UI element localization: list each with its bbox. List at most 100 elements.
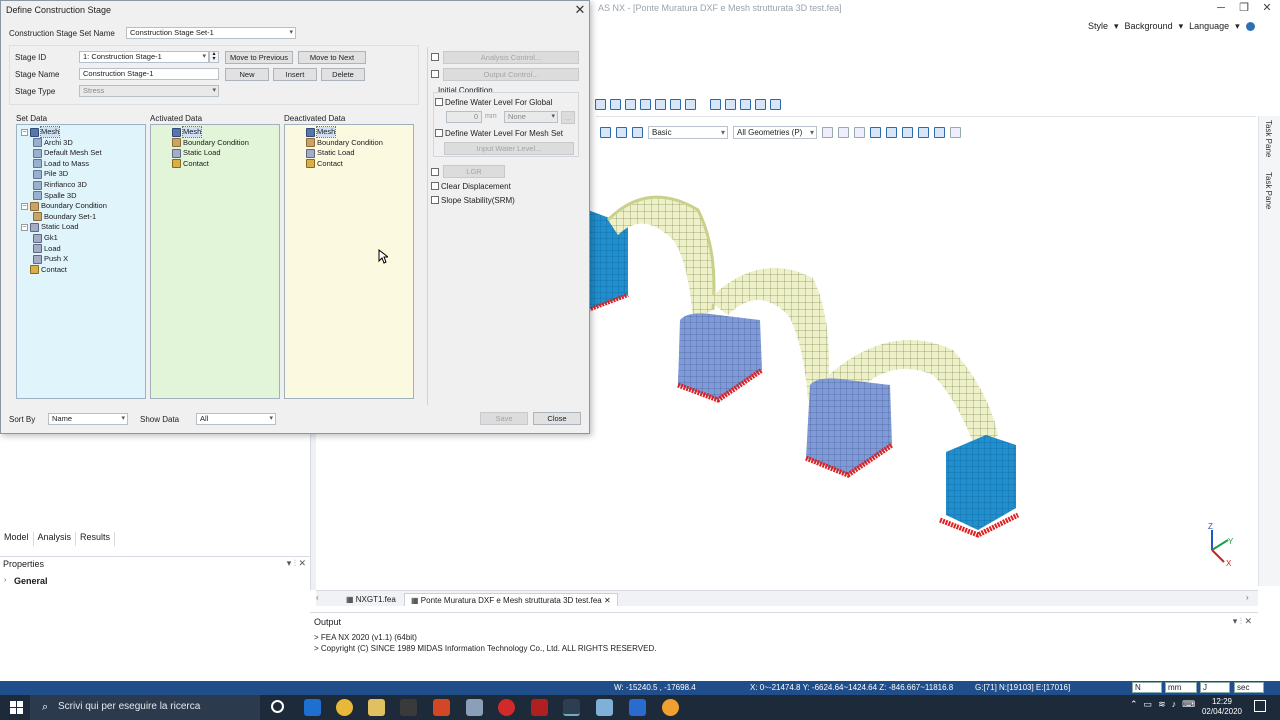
close-icon[interactable]: ✕ — [573, 2, 587, 18]
filter-3-icon[interactable] — [854, 126, 865, 138]
water-more-button[interactable]: ... — [561, 111, 575, 124]
close-button[interactable]: Close — [533, 412, 581, 425]
taskbar-search-box[interactable]: ⌕ Scrivi qui per eseguire la ricerca — [30, 695, 260, 720]
zoom-3-icon[interactable] — [934, 126, 945, 138]
tree-item[interactable]: Static Load — [163, 148, 221, 158]
network-icon[interactable]: ▭ — [1144, 699, 1153, 710]
task-pane-tab[interactable]: Task Pane — [1264, 120, 1273, 157]
iso-view-3-icon[interactable] — [740, 98, 751, 110]
set-data-tree[interactable]: – Mesh Archi 3D Default Mesh Set Load to Mas… — [16, 124, 146, 399]
tree-item[interactable]: Boundary Set-1 — [33, 212, 96, 222]
panel-splitter[interactable] — [310, 430, 316, 590]
powerpoint-icon[interactable] — [433, 699, 450, 716]
unit-energy-select[interactable]: J — [1200, 682, 1230, 693]
analysis-control-checkbox[interactable] — [431, 53, 439, 61]
deactivated-data-tree[interactable]: Mesh Boundary Condition Static Load Contact — [284, 124, 414, 399]
maximize-icon[interactable]: ❐ — [1233, 1, 1255, 15]
view-back-icon[interactable] — [610, 98, 621, 110]
lgr-button[interactable]: LGR — [443, 165, 505, 178]
chrome-icon[interactable] — [336, 699, 353, 716]
file-explorer-icon[interactable] — [368, 699, 385, 716]
tree-item[interactable]: – Boundary Condition — [21, 201, 107, 211]
tree-item[interactable]: Load to Mass — [33, 159, 89, 169]
fea-nx-icon[interactable] — [563, 699, 580, 716]
filter-2-icon[interactable] — [838, 126, 849, 138]
properties-group-general[interactable]: General — [14, 576, 48, 586]
set-name-select[interactable]: Construction Stage Set-1 — [126, 27, 296, 39]
input-water-level-button[interactable]: Input Water Level... — [444, 142, 574, 155]
tree-item[interactable]: Archi 3D — [33, 138, 73, 148]
tree-item[interactable]: Load — [33, 244, 61, 254]
zoom-icon[interactable] — [902, 126, 913, 138]
keyboard-icon[interactable]: ⌨ — [1182, 699, 1195, 710]
select-box-icon[interactable] — [616, 126, 627, 138]
tree-item[interactable]: – Static Load — [21, 222, 79, 232]
filter-select[interactable]: Basic — [648, 125, 728, 139]
stage-id-spinner[interactable]: ▴ ▾ — [209, 51, 219, 63]
pick-icon[interactable] — [632, 126, 643, 138]
iso-view-2-icon[interactable] — [725, 98, 736, 110]
analysis-control-button[interactable]: Analysis Control... — [443, 51, 579, 64]
volume-icon[interactable]: ♪ — [1172, 699, 1177, 710]
tab-analysis[interactable]: Analysis — [34, 532, 77, 546]
chevron-up-icon[interactable]: ⌃ — [1130, 699, 1138, 710]
close-tab-icon[interactable]: ✕ — [604, 596, 611, 605]
help-icon[interactable] — [1245, 21, 1255, 31]
background-menu[interactable]: Background — [1125, 21, 1173, 31]
zoom-2-icon[interactable] — [918, 126, 929, 138]
water-level-input[interactable]: 0 — [446, 111, 482, 123]
sort-by-select[interactable]: Name — [48, 413, 128, 425]
taskbar-clock[interactable]: 12:29 02/04/2020 — [1198, 697, 1246, 717]
windows-start-icon[interactable] — [10, 701, 23, 714]
activated-data-tree[interactable]: Mesh Boundary Condition Static Load Contact — [150, 124, 280, 399]
output-control-checkbox[interactable] — [431, 70, 439, 78]
tree-item[interactable]: Gk1 — [33, 233, 58, 243]
view-right-icon[interactable] — [670, 98, 681, 110]
panel-controls[interactable]: ▾ ⫶ ✕ — [1233, 616, 1252, 627]
snap-icon[interactable] — [950, 126, 961, 138]
tree-collapse-icon[interactable]: – — [21, 223, 28, 231]
tree-collapse-icon[interactable]: – — [21, 128, 28, 136]
move-to-next-button[interactable]: Move to Next — [298, 51, 366, 64]
stage-name-input[interactable]: Construction Stage-1 — [79, 68, 219, 80]
unit-time-select[interactable]: sec — [1234, 682, 1264, 693]
show-data-select[interactable]: All — [196, 413, 276, 425]
tree-item[interactable]: Static Load — [297, 148, 355, 158]
view-front-icon[interactable] — [595, 98, 606, 110]
water-mesh-checkbox[interactable] — [435, 129, 443, 137]
language-menu[interactable]: Language — [1189, 21, 1229, 31]
iso-view-4-icon[interactable] — [755, 98, 766, 110]
notification-icon[interactable] — [1254, 700, 1266, 712]
tab-results[interactable]: Results — [76, 532, 116, 546]
tree-item[interactable]: Contact — [163, 159, 209, 169]
tree-item[interactable]: Spalle 3D — [33, 191, 77, 201]
clear-displacement-checkbox[interactable] — [431, 182, 439, 190]
tree-item[interactable]: Push X — [33, 254, 68, 264]
move-to-previous-button[interactable]: Move to Previous — [225, 51, 293, 64]
tree-item[interactable]: Mesh — [163, 126, 203, 138]
tree-item[interactable]: Mesh — [297, 126, 337, 138]
app-icon[interactable] — [466, 699, 483, 716]
opera-icon[interactable] — [498, 699, 515, 716]
save-button[interactable]: Save — [480, 412, 528, 425]
app-icon[interactable] — [400, 699, 417, 716]
output-control-button[interactable]: Output Control... — [443, 68, 579, 81]
tree-item[interactable]: – Mesh — [21, 126, 61, 138]
tree-collapse-icon[interactable]: – — [21, 202, 28, 210]
filter-icon[interactable] — [822, 126, 833, 138]
app-icon[interactable] — [662, 699, 679, 716]
app-icon[interactable] — [596, 699, 613, 716]
edge-icon[interactable] — [304, 699, 321, 716]
scroll-right-icon[interactable]: › — [1246, 593, 1249, 602]
view-top-icon[interactable] — [625, 98, 636, 110]
new-button[interactable]: New — [225, 68, 269, 81]
tree-item[interactable]: Pile 3D — [33, 169, 68, 179]
unit-force-select[interactable]: N — [1132, 682, 1162, 693]
task-pane-tab[interactable]: Task Pane — [1264, 172, 1273, 209]
wifi-icon[interactable]: ≋ — [1158, 699, 1166, 710]
slope-stability-checkbox[interactable] — [431, 196, 439, 204]
panel-controls[interactable]: ▾ ⫶ ✕ — [287, 558, 306, 569]
stage-id-select[interactable]: 1: Construction Stage-1 — [79, 51, 209, 63]
app-icon[interactable] — [629, 699, 646, 716]
iso-view-1-icon[interactable] — [710, 98, 721, 110]
